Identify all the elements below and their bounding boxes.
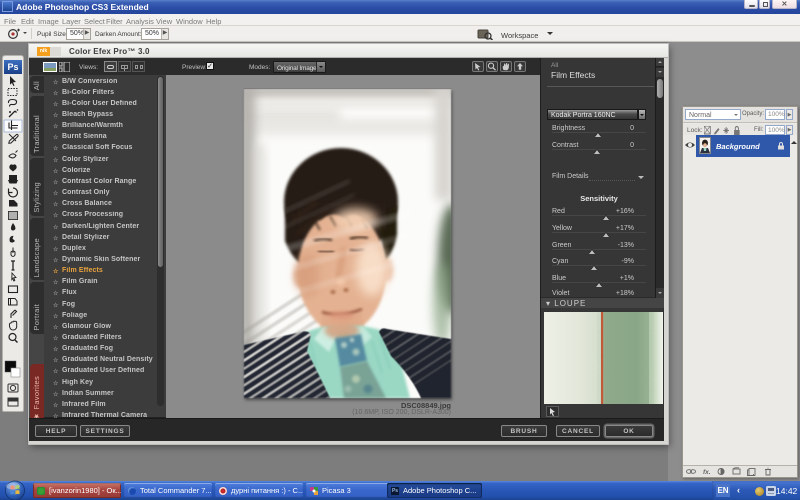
svg-text:fx.: fx. bbox=[703, 469, 711, 476]
